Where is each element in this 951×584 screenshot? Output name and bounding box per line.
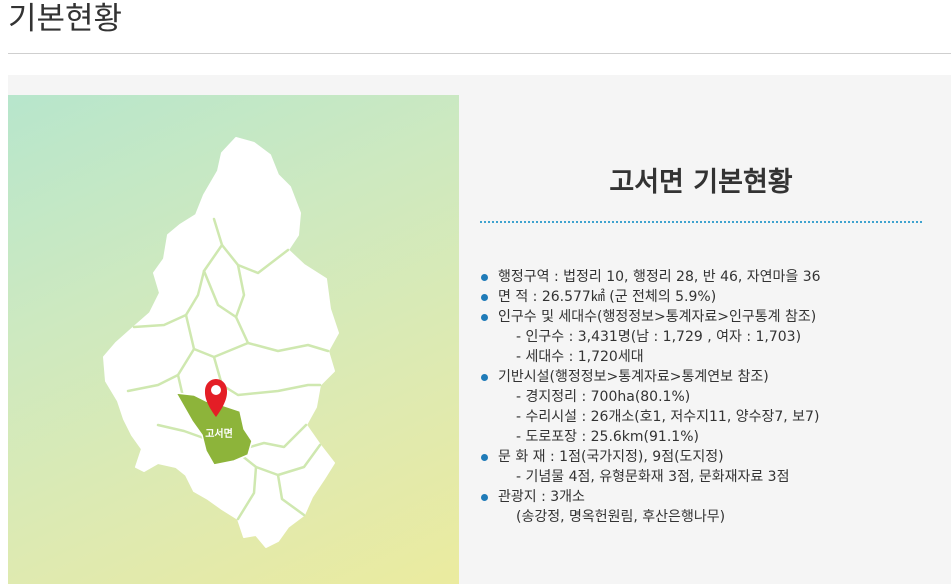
info-item-infrastructure: 기반시설(행정정보>통계자료>통계연보 참조) - 경지정리 : 700ha(8… — [480, 367, 945, 447]
info-divider — [480, 221, 922, 223]
info-item-population: 인구수 및 세대수(행정정보>통계자료>인구통계 참조) - 인구수 : 3,4… — [480, 307, 945, 367]
info-sub-item: - 수리시설 : 26개소(호1, 저수지11, 양수장7, 보7) — [516, 409, 820, 425]
info-item-text: 인구수 및 세대수(행정정보>통계자료>인구통계 참조) — [498, 309, 817, 325]
info-item-text: 문 화 재 : 1점(국가지정), 9점(도지정) — [498, 449, 724, 465]
info-item-admin: 행정구역 : 법정리 10, 행정리 28, 반 46, 자연마을 36 — [480, 267, 945, 287]
region-map: 고서면 — [8, 95, 459, 584]
district-label: 고서면 — [205, 427, 233, 440]
info-item-area: 면 적 : 26.577㎢ (군 전체의 5.9%) — [480, 287, 945, 307]
page-title: 기본현황 — [8, 1, 123, 37]
info-sub-item: - 기념물 4점, 유형문화재 3점, 문화재자료 3점 — [516, 469, 790, 485]
info-item-text: 행정구역 : 법정리 10, 행정리 28, 반 46, 자연마을 36 — [498, 269, 821, 285]
info-item-text: 관광지 : 3개소 — [498, 489, 585, 505]
info-item-text: 면 적 : 26.577㎢ (군 전체의 5.9%) — [498, 289, 717, 305]
info-item-text: 기반시설(행정정보>통계자료>통계연보 참조) — [498, 369, 769, 385]
info-sub-item: - 인구수 : 3,431명(남 : 1,729 , 여자 : 1,703) — [516, 329, 802, 345]
title-divider — [8, 53, 951, 54]
info-item-heritage: 문 화 재 : 1점(국가지정), 9점(도지정) - 기념물 4점, 유형문화… — [480, 447, 945, 487]
info-sub-item: - 경지정리 : 700ha(80.1%) — [516, 389, 691, 405]
info-sub-item: (송강정, 명옥헌원림, 후산은행나무) — [516, 509, 726, 525]
info-list: 행정구역 : 법정리 10, 행정리 28, 반 46, 자연마을 36 면 적… — [480, 267, 945, 527]
info-sub-item: - 세대수 : 1,720세대 — [516, 349, 644, 365]
info-item-tourism: 관광지 : 3개소 (송강정, 명옥헌원림, 후산은행나무) — [480, 487, 945, 527]
info-heading: 고서면 기본현황 — [609, 167, 793, 198]
info-sub-item: - 도로포장 : 25.6km(91.1%) — [516, 429, 699, 445]
county-map-outline — [103, 137, 339, 548]
